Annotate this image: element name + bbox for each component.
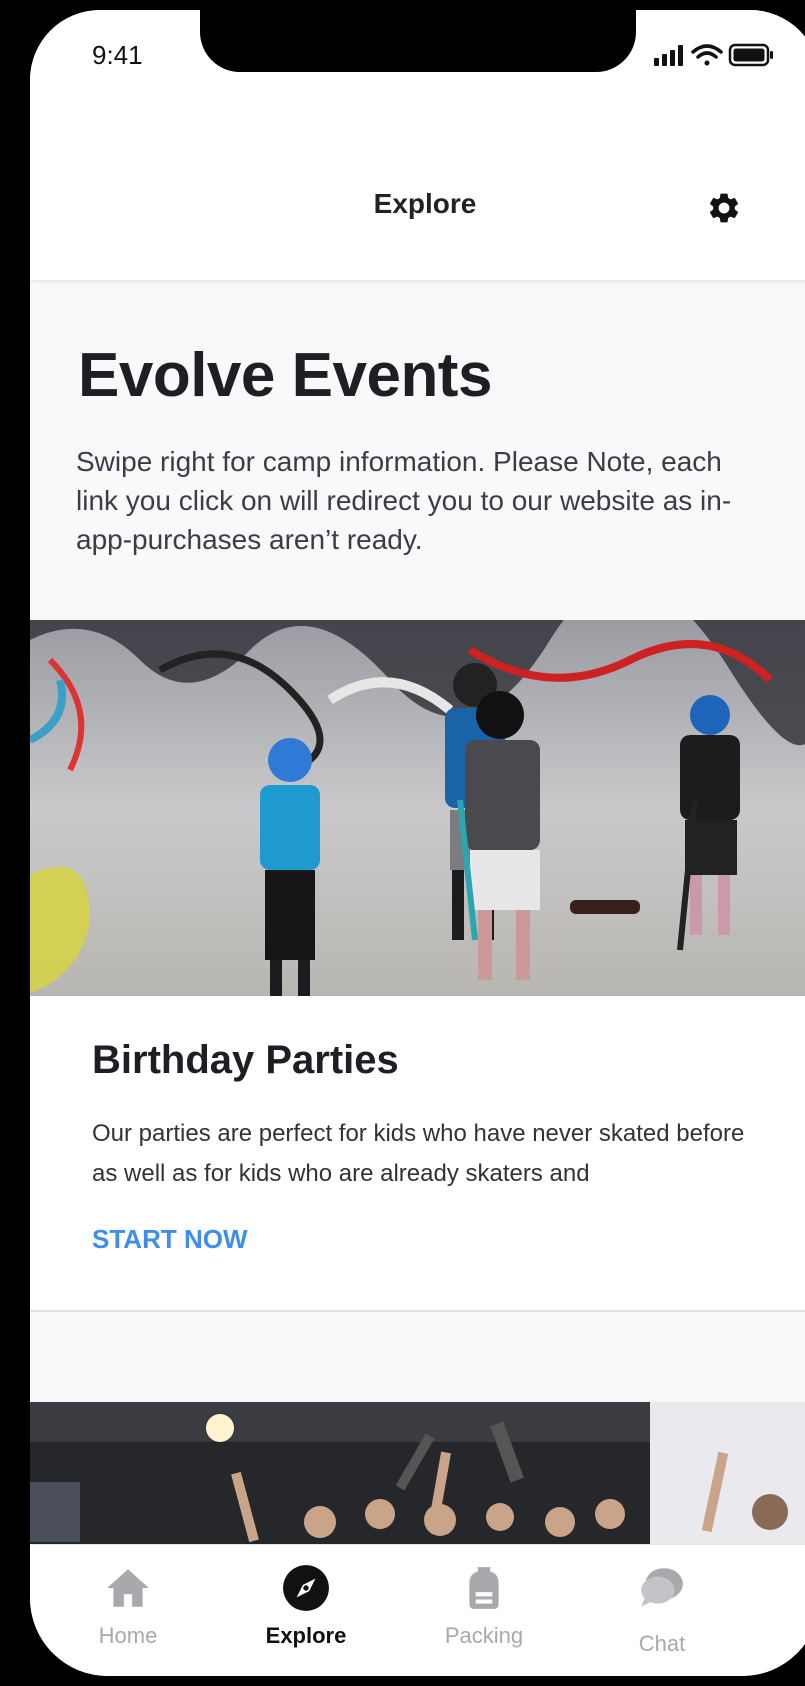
nav-title: Explore bbox=[373, 188, 477, 219]
tab-chat[interactable]: Chat bbox=[564, 1545, 760, 1676]
tab-packing[interactable]: Packing bbox=[386, 1545, 582, 1676]
backpack-icon bbox=[469, 1567, 499, 1609]
card-title: Birthday Parties bbox=[92, 1038, 399, 1082]
status-icons bbox=[654, 43, 773, 67]
page-title: Evolve Events bbox=[78, 341, 492, 410]
tab-label: Explore bbox=[265, 1623, 347, 1648]
page-description: Swipe right for camp information. Please… bbox=[76, 446, 732, 555]
settings-gear-icon[interactable] bbox=[706, 190, 742, 226]
tab-label: Home bbox=[98, 1623, 158, 1648]
phone-screen: 9:41 Explore Evolve Events Swipe right f… bbox=[30, 10, 805, 1676]
notch bbox=[200, 10, 636, 72]
status-bar: 9:41 bbox=[30, 10, 805, 100]
tab-label: Chat bbox=[638, 1631, 686, 1656]
tab-explore[interactable]: Explore bbox=[208, 1545, 404, 1676]
card-description: Our parties are perfect for kids who hav… bbox=[92, 1120, 745, 1187]
start-now-link[interactable]: START NOW bbox=[92, 1224, 248, 1255]
home-icon bbox=[107, 1569, 149, 1607]
card-image-crowd bbox=[30, 1402, 805, 1562]
event-card-birthday-parties[interactable]: Birthday Parties Our parties are perfect… bbox=[30, 620, 805, 1312]
chat-bubble-icon bbox=[641, 1568, 683, 1607]
tab-home[interactable]: Home bbox=[30, 1545, 226, 1676]
compass-icon bbox=[283, 1565, 329, 1611]
bottom-tab-bar: Home Explore Packing Chat bbox=[30, 1544, 805, 1676]
nav-bar: Explore bbox=[30, 100, 805, 280]
status-time: 9:41 bbox=[92, 40, 143, 70]
tab-label: Packing bbox=[444, 1623, 524, 1648]
signal-icon bbox=[654, 45, 683, 66]
wifi-icon bbox=[691, 44, 723, 66]
card-image-skatepark-kids bbox=[30, 620, 805, 996]
battery-icon bbox=[728, 43, 773, 67]
event-card-second[interactable] bbox=[30, 1402, 805, 1562]
